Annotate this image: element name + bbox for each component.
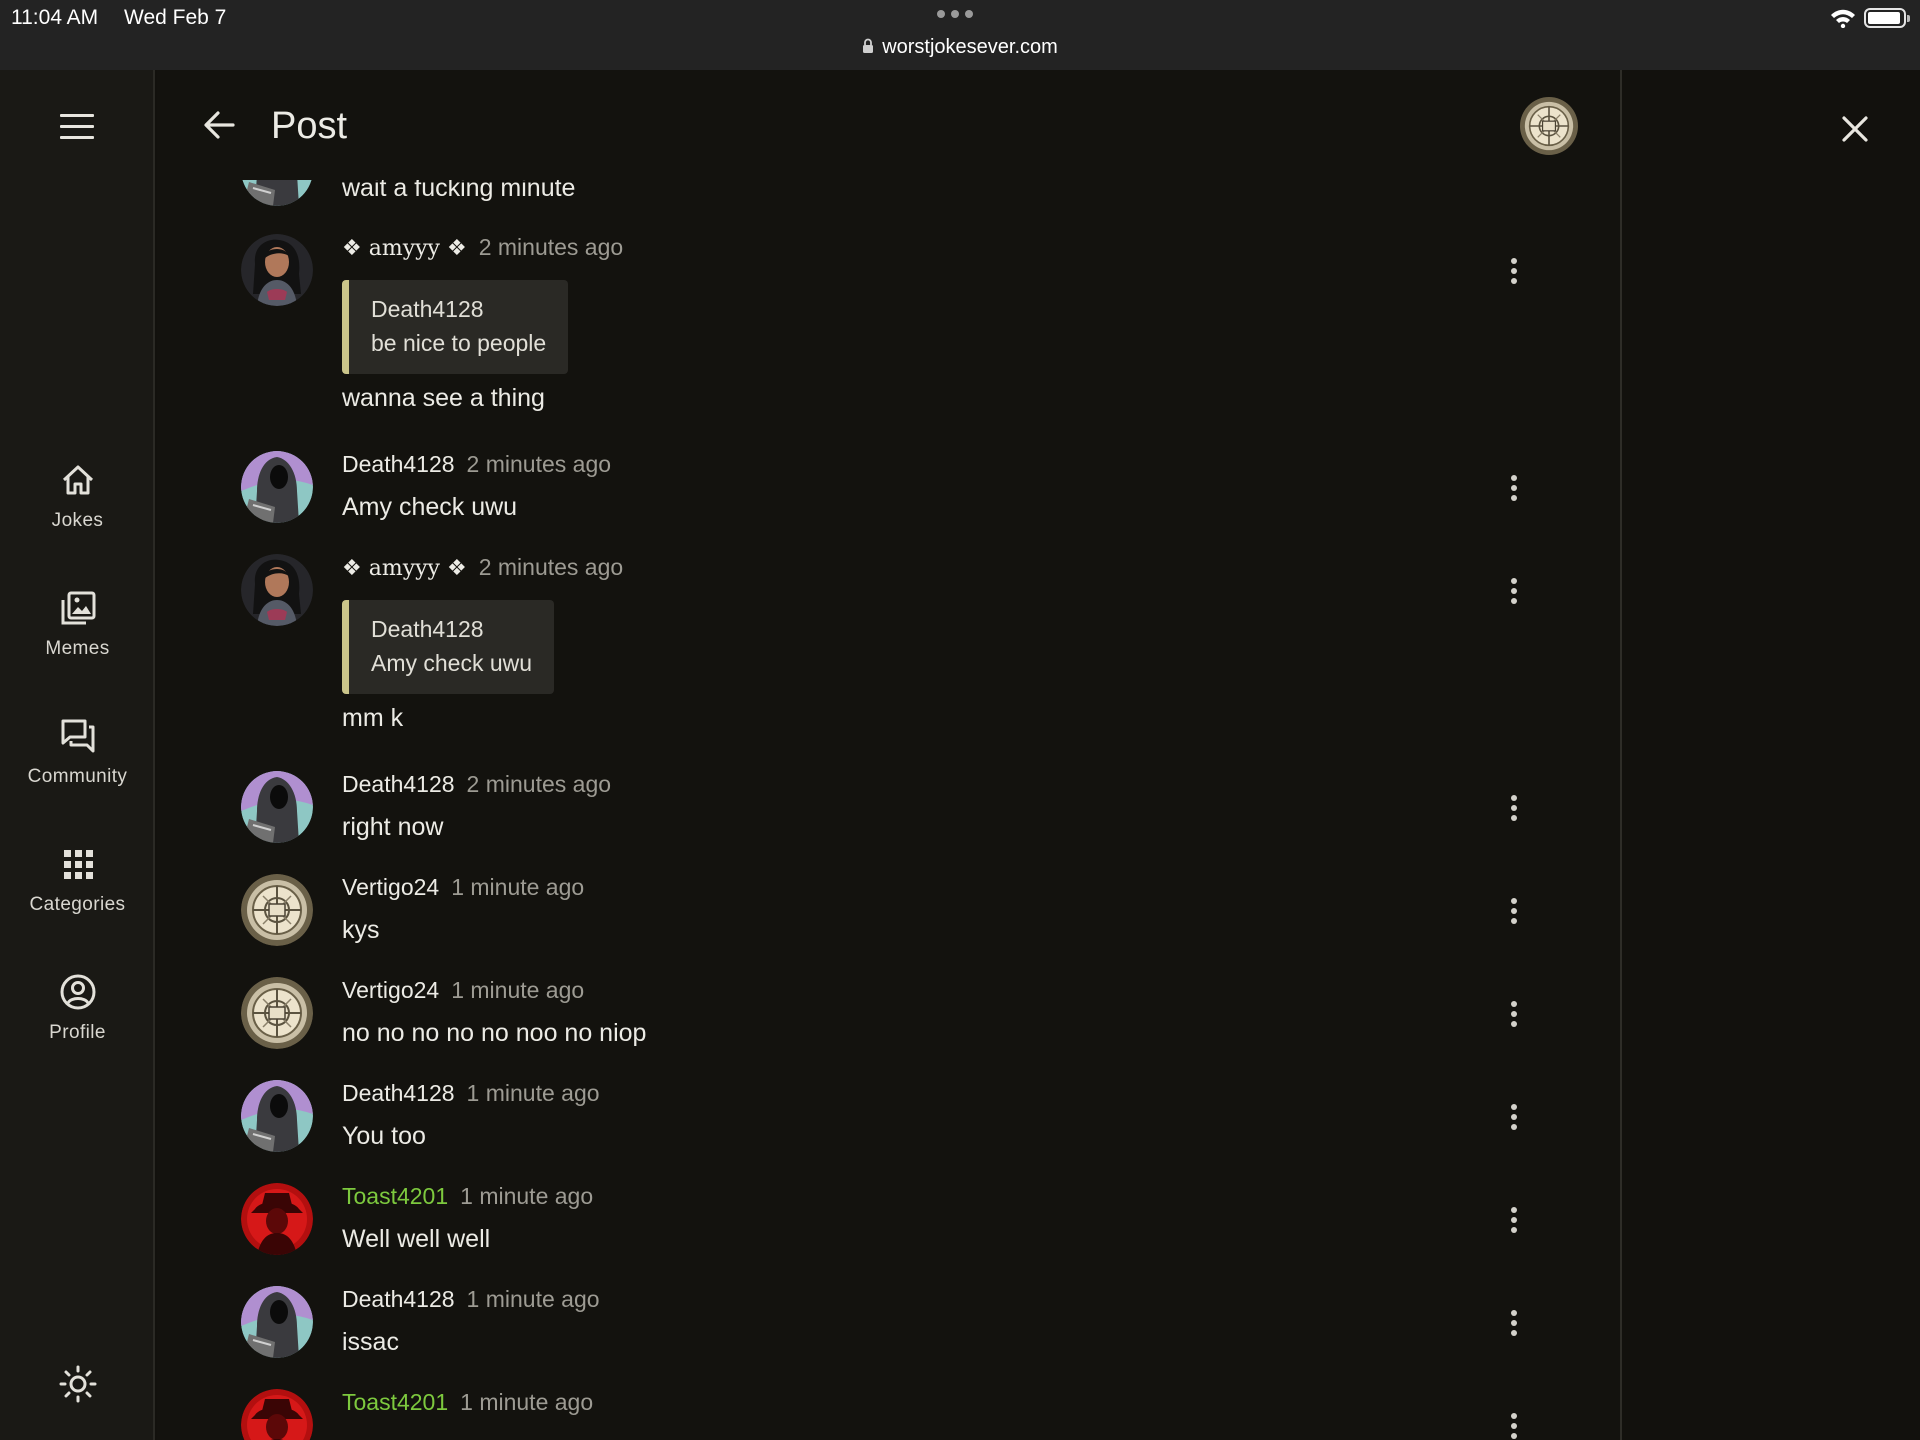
comment-username[interactable]: Toast4201 bbox=[342, 1183, 448, 1209]
grid-icon bbox=[63, 850, 93, 879]
user-avatar[interactable] bbox=[1519, 96, 1579, 156]
quote-text: be nice to people bbox=[371, 330, 547, 356]
more-options-icon[interactable] bbox=[1508, 795, 1520, 823]
comment-time: 1 minute ago bbox=[466, 1080, 600, 1106]
more-options-icon[interactable] bbox=[1508, 1413, 1520, 1440]
quote-text: Amy check uwu bbox=[371, 650, 533, 676]
comment-text: issac bbox=[342, 1328, 399, 1356]
avatar[interactable] bbox=[241, 1286, 313, 1358]
comment-header: Vertigo24 1 minute ago bbox=[342, 874, 584, 901]
sidebar: Jokes Memes Community Categories Profile bbox=[0, 70, 155, 1440]
comment-time: 2 minutes ago bbox=[478, 554, 624, 580]
comment-time: 1 minute ago bbox=[460, 1183, 594, 1209]
comment-time: 2 minutes ago bbox=[478, 234, 624, 260]
avatar[interactable] bbox=[241, 451, 313, 523]
home-icon bbox=[62, 465, 93, 495]
comment-text: Well well well bbox=[342, 1225, 491, 1253]
comment-time: 1 minute ago bbox=[451, 874, 585, 900]
comment-username[interactable]: Death4128 bbox=[342, 451, 455, 477]
wifi-icon bbox=[1831, 9, 1855, 28]
sidebar-item-label: Jokes bbox=[51, 510, 104, 531]
comment-text: wanna see a thing bbox=[342, 384, 545, 412]
avatar[interactable] bbox=[241, 234, 313, 306]
avatar[interactable] bbox=[241, 874, 313, 946]
avatar[interactable] bbox=[241, 1080, 313, 1152]
hamburger-menu-icon[interactable] bbox=[60, 114, 94, 140]
avatar[interactable] bbox=[241, 1389, 313, 1440]
sidebar-item-categories[interactable]: Categories bbox=[0, 840, 155, 950]
quoted-reply[interactable]: Death4128 be nice to people bbox=[342, 280, 569, 374]
comment-header: Vertigo24 1 minute ago bbox=[342, 977, 584, 1004]
comment-time: 1 minute ago bbox=[466, 1286, 600, 1312]
comment-list[interactable]: wait a fucking minute ❖ amyyy ❖ 2 minutes… bbox=[157, 70, 1620, 1440]
more-options-icon[interactable] bbox=[1508, 1310, 1520, 1338]
more-options-icon[interactable] bbox=[1508, 578, 1520, 606]
comment-text: You too bbox=[342, 1122, 426, 1150]
comment-header: Death4128 1 minute ago bbox=[342, 1286, 600, 1313]
comment-header: Death4128 1 minute ago bbox=[342, 1080, 600, 1107]
more-options-icon[interactable] bbox=[1508, 475, 1520, 503]
comment-text: right now bbox=[342, 813, 444, 841]
comment-time: 1 minute ago bbox=[451, 977, 585, 1003]
battery-icon bbox=[1864, 8, 1910, 28]
status-time: 11:04 AM bbox=[11, 6, 99, 29]
comment-header: Death4128 2 minutes ago bbox=[342, 451, 611, 478]
images-icon bbox=[61, 591, 95, 625]
sidebar-item-label: Categories bbox=[29, 894, 126, 915]
lock-icon bbox=[863, 38, 874, 53]
quoted-reply[interactable]: Death4128 Amy check uwu bbox=[342, 600, 555, 694]
post-panel: wait a fucking minute ❖ amyyy ❖ 2 minutes… bbox=[157, 70, 1622, 1440]
sidebar-item-label: Community bbox=[27, 766, 128, 787]
arrow-left-icon[interactable] bbox=[201, 107, 237, 143]
comment-username[interactable]: ❖ amyyy ❖ bbox=[342, 556, 467, 581]
more-options-icon[interactable] bbox=[1508, 258, 1520, 286]
sun-icon[interactable] bbox=[58, 1364, 98, 1404]
comment-username[interactable]: Death4128 bbox=[342, 1080, 455, 1106]
sidebar-item-community[interactable]: Community bbox=[0, 712, 155, 822]
more-options-icon[interactable] bbox=[1508, 1104, 1520, 1132]
comment-username[interactable]: Vertigo24 bbox=[342, 977, 439, 1003]
more-options-icon[interactable] bbox=[1508, 1001, 1520, 1029]
comment-text: mm k bbox=[342, 704, 404, 732]
avatar[interactable] bbox=[241, 771, 313, 843]
comment-text: kys bbox=[342, 916, 380, 944]
sidebar-item-jokes[interactable]: Jokes bbox=[0, 456, 155, 566]
comment-username[interactable]: Toast4201 bbox=[342, 1389, 448, 1415]
more-options-icon[interactable] bbox=[1508, 1207, 1520, 1235]
comment-header: Death4128 2 minutes ago bbox=[342, 771, 611, 798]
sidebar-item-label: Memes bbox=[45, 638, 110, 659]
more-options-icon[interactable] bbox=[1508, 898, 1520, 926]
status-bar: 11:04 AM Wed Feb 7 worstjokesever.com bbox=[0, 0, 1920, 70]
page-title: Post bbox=[271, 105, 348, 147]
close-icon[interactable] bbox=[1836, 110, 1874, 148]
sidebar-item-memes[interactable]: Memes bbox=[0, 584, 155, 694]
comment-header: ❖ amyyy ❖ 2 minutes ago bbox=[342, 554, 623, 581]
sidebar-item-label: Profile bbox=[49, 1022, 106, 1043]
multitasking-dots-icon[interactable] bbox=[937, 10, 973, 18]
comment-time: 2 minutes ago bbox=[466, 771, 612, 797]
comment-time: 1 minute ago bbox=[460, 1389, 594, 1415]
address-bar[interactable]: worstjokesever.com bbox=[0, 36, 1920, 59]
status-date: Wed Feb 7 bbox=[124, 6, 227, 29]
comment-text: Amy check uwu bbox=[342, 493, 518, 521]
comment-username[interactable]: ❖ amyyy ❖ bbox=[342, 236, 467, 261]
comment-header: Toast4201 1 minute ago bbox=[342, 1183, 593, 1210]
comment-username[interactable]: Death4128 bbox=[342, 1286, 455, 1312]
avatar[interactable] bbox=[241, 1183, 313, 1255]
comment-header: ❖ amyyy ❖ 2 minutes ago bbox=[342, 234, 623, 261]
comment-time: 2 minutes ago bbox=[466, 451, 612, 477]
quote-username: Death4128 bbox=[371, 296, 484, 322]
url-text: worstjokesever.com bbox=[882, 36, 1058, 58]
comment-username[interactable]: Vertigo24 bbox=[342, 874, 439, 900]
comment-username[interactable]: Death4128 bbox=[342, 771, 455, 797]
avatar[interactable] bbox=[241, 977, 313, 1049]
post-header: Post bbox=[157, 70, 1620, 180]
comment-text: no no no no no noo no niop bbox=[342, 1019, 647, 1047]
quote-username: Death4128 bbox=[371, 616, 484, 642]
user-circle-icon bbox=[60, 974, 95, 1010]
sidebar-item-profile[interactable]: Profile bbox=[0, 968, 155, 1078]
chat-icon bbox=[61, 719, 94, 753]
avatar[interactable] bbox=[241, 554, 313, 626]
comment-header: Toast4201 1 minute ago bbox=[342, 1389, 593, 1416]
